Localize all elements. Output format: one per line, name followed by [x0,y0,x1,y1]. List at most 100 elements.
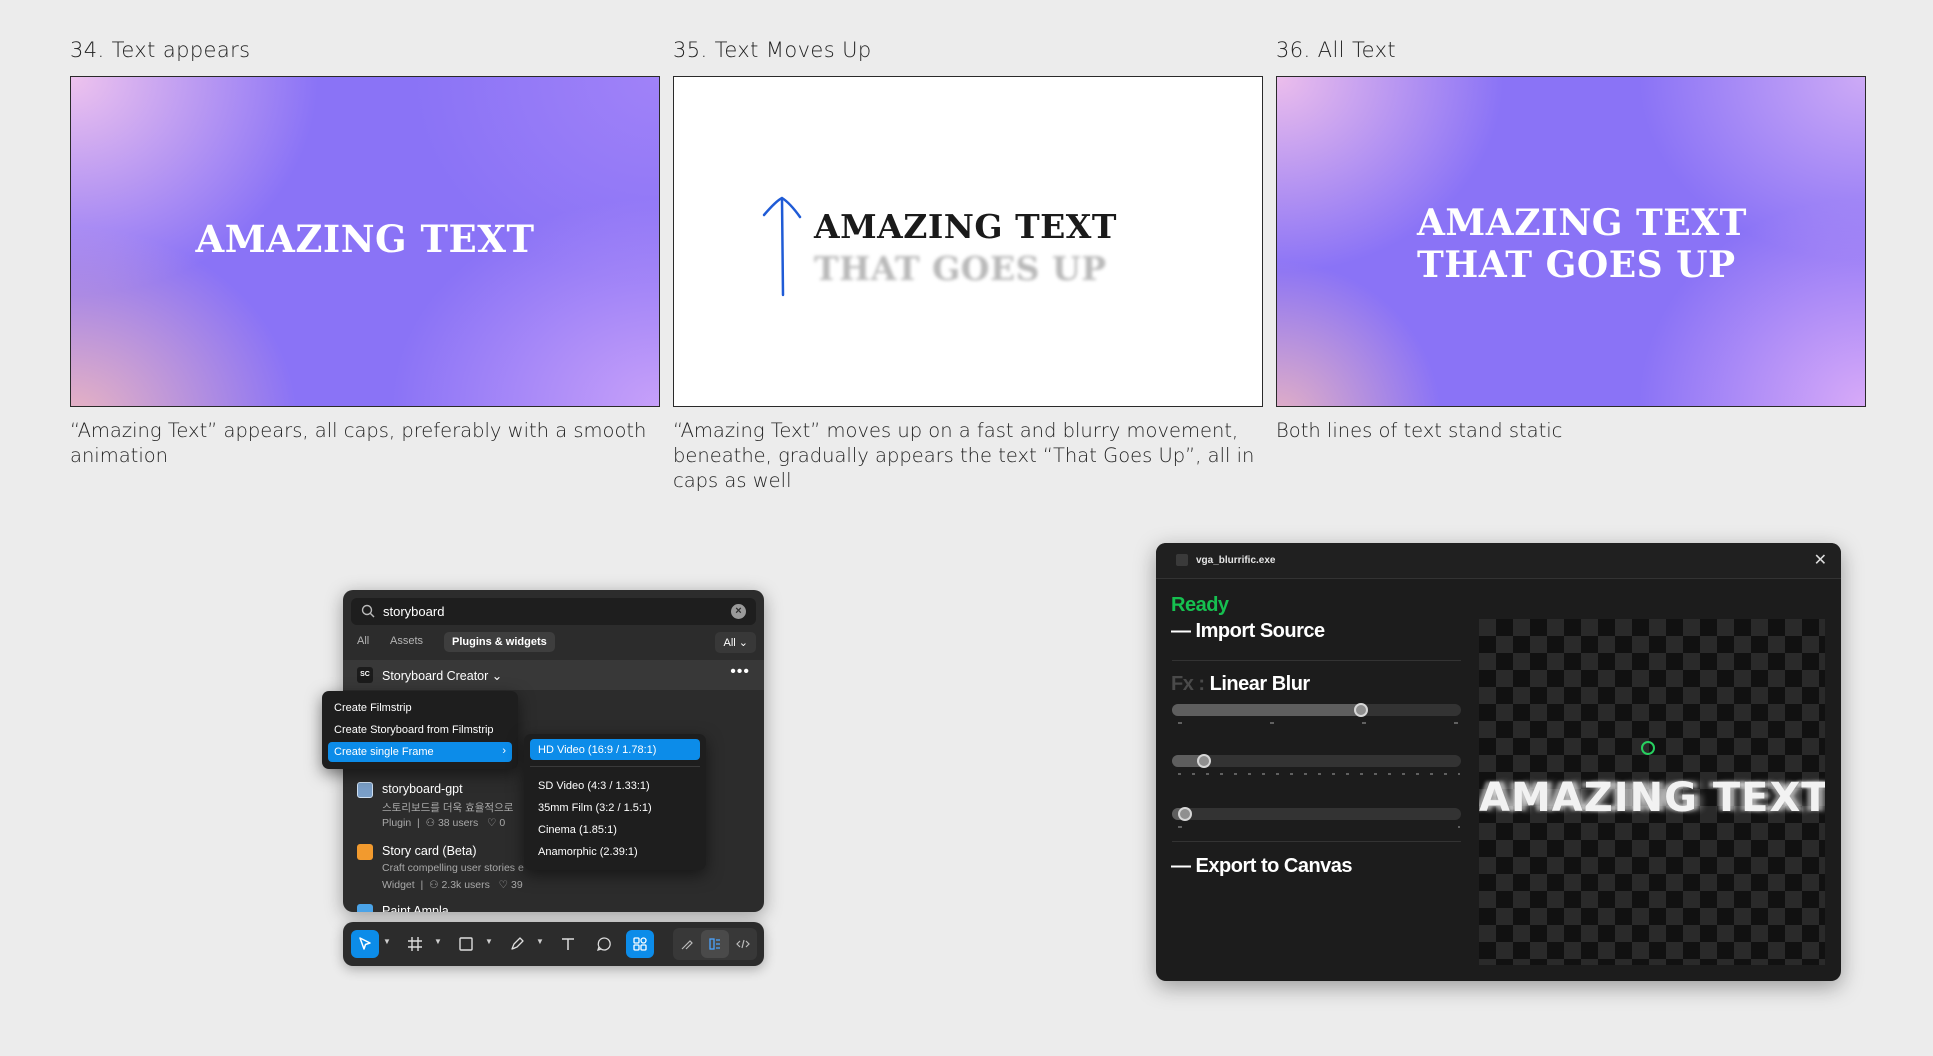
result-name: Paint Ampla [382,904,449,912]
design-mode-button[interactable] [701,930,729,958]
code-icon [736,939,750,949]
headline-text: AMAZING TEXT [1417,202,1747,244]
dev-mode-button[interactable] [729,930,757,958]
slider-ticks [1178,773,1460,775]
figma-toolbar: ▼ ▼ ▼ ▼ [343,922,764,966]
more-options-icon[interactable]: ••• [730,663,750,681]
cursor-icon [359,937,371,950]
effect-title: Fx : Linear Blur [1171,673,1310,696]
result-name: storyboard-gpt [382,782,463,796]
slider-knob [1354,703,1368,717]
plugin-logo: SC [357,667,373,683]
submenu-item-hd-video[interactable]: HD Video (16:9 / 1.78:1) [530,739,700,760]
frame-36: AMAZING TEXT THAT GOES UP [1276,76,1866,407]
filter-tabs: All Assets Plugins & widgets All ⌄ [351,632,756,654]
pen-tool-button[interactable] [503,930,531,958]
menu-divider [530,766,700,767]
close-icon[interactable]: ✕ [1814,550,1827,570]
filter-value: All [723,637,736,649]
submenu-item-sd-video[interactable]: SD Video (4:3 / 1.33:1) [530,775,700,796]
fx-prefix: Fx : [1171,673,1205,695]
tab-assets[interactable]: Assets [390,635,423,647]
chevron-right-icon: › [502,745,506,757]
filter-dropdown[interactable]: All ⌄ [715,632,756,653]
shape-tool-button[interactable] [452,930,480,958]
actions-button[interactable] [626,930,654,958]
headline-text: AMAZING TEXT [814,207,1117,246]
chevron-down-icon[interactable]: ▼ [536,937,544,946]
menu-item-create-filmstrip[interactable]: Create Filmstrip [328,698,512,718]
clear-search-icon[interactable]: × [731,604,746,619]
step-caption: “Amazing Text” moves up on a fast and bl… [673,419,1255,492]
submenu-item-cinema[interactable]: Cinema (1.85:1) [530,819,700,840]
export-to-canvas-button[interactable]: — Export to Canvas [1171,855,1353,878]
import-source-button[interactable]: — Import Source [1171,620,1325,643]
heart-icon: ♡ [487,817,497,829]
rectangle-icon [459,937,473,951]
frame-size-submenu: HD Video (16:9 / 1.78:1) SD Video (4:3 /… [524,734,706,870]
result-name: Story card (Beta) [382,844,477,858]
vga-blurrific-window: vga_blurrific.exe ✕ Ready — Import Sourc… [1156,543,1841,981]
step-caption: “Amazing Text” appears, all caps, prefer… [70,419,647,467]
chevron-down-icon[interactable]: ▼ [485,937,493,946]
step-title: 34. Text appears [70,38,251,62]
comment-tool-button[interactable] [590,930,618,958]
actions-icon [633,937,647,951]
section-divider [1172,841,1461,842]
mode-toggle-group [673,928,757,960]
plugin-row-storyboard-creator[interactable]: SC Storyboard Creator ⌄ ••• [343,660,764,690]
design-icon [709,938,720,950]
blur-amount-slider[interactable] [1172,703,1461,717]
search-icon [361,604,375,618]
heart-icon: ♡ [498,879,509,891]
step-title: 36. All Text [1276,38,1397,62]
preview-canvas[interactable]: AMAZING TEXT [1479,619,1825,965]
slider-ticks [1178,722,1460,724]
draw-mode-button[interactable] [673,930,701,958]
plugin-icon [357,904,373,912]
step-caption: Both lines of text stand static [1276,419,1563,442]
draw-icon [681,940,693,950]
slider-ticks [1178,826,1460,828]
frame-35: AMAZING TEXT THAT GOES UP [673,76,1263,407]
preview-text: AMAZING TEXT [1479,775,1825,821]
slider-knob [1178,807,1192,821]
move-tool-button[interactable] [351,930,379,958]
origin-handle[interactable] [1641,741,1655,755]
submenu-item-anamorphic[interactable]: Anamorphic (2.39:1) [530,841,700,862]
plugin-name: Storyboard Creator ⌄ [382,669,503,683]
blur-offset-slider[interactable] [1172,807,1461,821]
section-divider [1172,660,1461,661]
plugin-icon [357,782,373,798]
chevron-down-icon[interactable]: ▼ [383,937,391,946]
search-value: storyboard [383,604,445,619]
menu-item-create-single-frame[interactable]: Create single Frame › [328,742,512,762]
users-icon: ⚇ [425,817,436,829]
users-icon: ⚇ [429,879,439,891]
up-arrow-icon [762,196,802,297]
text-tool-button[interactable] [554,930,582,958]
tab-plugins-widgets[interactable]: Plugins & widgets [444,632,555,652]
submenu-item-35mm-film[interactable]: 35mm Film (3:2 / 1.5:1) [530,797,700,818]
result-desc: Craft compelling user stories e [382,862,524,874]
app-icon [1176,554,1188,566]
frame-tool-button[interactable] [401,930,429,958]
frame-34: AMAZING TEXT [70,76,660,407]
tab-all[interactable]: All [357,635,369,647]
frame-icon [408,937,422,951]
text-icon [562,938,574,950]
blur-angle-slider[interactable] [1172,754,1461,768]
subline-text: THAT GOES UP [814,249,1107,288]
comment-icon [596,937,611,952]
search-input[interactable]: storyboard × [351,598,756,625]
step-title: 35. Text Moves Up [673,38,872,62]
window-title: vga_blurrific.exe [1196,555,1276,566]
result-meta: Plugin | ⚇ 38 users ♡ 0 [382,817,506,829]
chevron-down-icon[interactable]: ▼ [434,937,442,946]
plugin-context-menu: Create Filmstrip Create Storyboard from … [322,691,518,769]
headline-text: AMAZING TEXT [195,217,535,261]
menu-item-storyboard-from-filmstrip[interactable]: Create Storyboard from Filmstrip [328,720,512,740]
pen-icon [511,937,524,950]
result-meta: Widget | ⚇ 2.3k users ♡ 39 [382,879,523,891]
subline-text: THAT GOES UP [1417,244,1736,286]
